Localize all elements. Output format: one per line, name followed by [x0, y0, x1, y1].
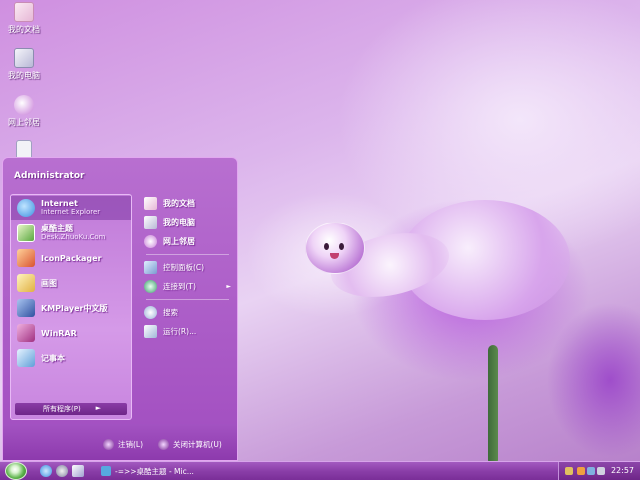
mascot-eye-left — [324, 243, 329, 250]
mascot-mouth — [330, 253, 339, 259]
system-tray: 22:57 — [558, 462, 640, 480]
desktop-icon-network[interactable]: 网上邻居 — [4, 95, 44, 128]
taskbar-window-label: -=>>桌酷主题 - Mic... — [115, 466, 194, 476]
desktop-icon-my-computer[interactable]: 我的电脑 — [4, 48, 44, 81]
start-menu-user: Administrator — [14, 171, 85, 181]
place-connect-to[interactable]: 连接到(T) ► — [140, 277, 235, 296]
computer-icon — [14, 48, 34, 68]
logoff-label: 注销(L) — [118, 440, 144, 449]
clock[interactable]: 22:57 — [611, 466, 634, 475]
start-menu-programs: Internet Internet Explorer 桌酷主题 Desk.Zhu… — [10, 194, 132, 420]
tray-network-icon[interactable] — [587, 467, 595, 475]
start-menu-footer: 注销(L) 关闭计算机(U) — [3, 424, 237, 460]
place-run[interactable]: 运行(R)... — [140, 322, 235, 341]
all-programs-button[interactable]: 所有程序(P) ► — [15, 403, 127, 415]
place-label: 运行(R)... — [163, 327, 197, 336]
place-search[interactable]: 搜索 — [140, 303, 235, 322]
theme-icon — [17, 224, 35, 242]
quicklaunch-desktop-icon[interactable] — [72, 465, 84, 477]
computer-icon — [144, 216, 157, 229]
place-my-documents[interactable]: 我的文档 — [140, 194, 235, 213]
start-button[interactable] — [5, 462, 27, 480]
chevron-right-icon: ► — [95, 404, 101, 412]
program-label: WinRAR — [41, 328, 77, 338]
quicklaunch-ie-icon[interactable] — [40, 465, 52, 477]
place-label: 我的文档 — [163, 199, 195, 208]
program-label: IconPackager — [41, 253, 102, 263]
taskbar-window-button[interactable]: -=>>桌酷主题 - Mic... — [98, 464, 198, 478]
network-icon — [144, 235, 157, 248]
mascot-eye-right — [339, 243, 344, 250]
notepad-icon — [17, 349, 35, 367]
connect-icon — [144, 280, 157, 293]
bubble-mascot — [305, 222, 365, 274]
program-label: 画图 — [41, 278, 57, 288]
menu-separator — [146, 254, 229, 255]
place-label: 控制面板(C) — [163, 263, 205, 272]
power-icon — [158, 439, 169, 450]
place-label: 网上邻居 — [163, 237, 195, 246]
shutdown-button[interactable]: 关闭计算机(U) — [158, 439, 222, 450]
menu-separator — [146, 299, 229, 300]
place-network[interactable]: 网上邻居 — [140, 232, 235, 251]
program-notepad[interactable]: 记事本 — [11, 346, 131, 370]
program-winrar[interactable]: WinRAR — [11, 321, 131, 345]
internet-explorer-icon — [17, 199, 35, 217]
desktop-icon-label: 我的电脑 — [8, 71, 40, 80]
program-label: 记事本 — [41, 353, 65, 363]
kmplayer-icon — [17, 299, 35, 317]
logoff-icon — [103, 439, 114, 450]
shutdown-label: 关闭计算机(U) — [173, 440, 222, 449]
place-label: 连接到(T) — [163, 282, 196, 291]
program-label: 桌酷主题 Desk.ZhuoKu.Com — [41, 224, 106, 241]
start-menu: Administrator Internet Internet Explorer… — [2, 157, 238, 461]
desktop-icon-label: 网上邻居 — [8, 118, 40, 127]
tray-warning-icon[interactable] — [577, 467, 585, 475]
desktop-icon-label: 我的文档 — [8, 25, 40, 34]
place-my-computer[interactable]: 我的电脑 — [140, 213, 235, 232]
flower-stem — [488, 345, 498, 465]
program-zhuoku-theme[interactable]: 桌酷主题 Desk.ZhuoKu.Com — [11, 221, 131, 245]
tray-expand-icon[interactable] — [565, 467, 573, 475]
window-icon — [101, 466, 111, 476]
program-label: KMPlayer中文版 — [41, 303, 108, 313]
tray-volume-icon[interactable] — [597, 467, 605, 475]
iconpackager-icon — [17, 249, 35, 267]
program-paint[interactable]: 画图 — [11, 271, 131, 295]
program-label: Internet Internet Explorer — [41, 199, 101, 216]
paint-icon — [17, 274, 35, 292]
all-programs-label: 所有程序(P) — [43, 405, 81, 413]
place-control-panel[interactable]: 控制面板(C) — [140, 258, 235, 277]
winrar-icon — [17, 324, 35, 342]
folder-icon — [14, 2, 34, 22]
start-menu-places: 我的文档 我的电脑 网上邻居 控制面板(C) 连接到(T) ► 搜索 运行(R)… — [140, 194, 235, 341]
logoff-button[interactable]: 注销(L) — [103, 439, 143, 450]
place-label: 我的电脑 — [163, 218, 195, 227]
run-icon — [144, 325, 157, 338]
chevron-right-icon: ► — [226, 283, 231, 290]
desktop-icon-my-documents[interactable]: 我的文档 — [4, 2, 44, 35]
folder-icon — [144, 197, 157, 210]
control-panel-icon — [144, 261, 157, 274]
quicklaunch-browser-icon[interactable] — [56, 465, 68, 477]
program-kmplayer[interactable]: KMPlayer中文版 — [11, 296, 131, 320]
program-iconpackager[interactable]: IconPackager — [11, 246, 131, 270]
program-internet-explorer[interactable]: Internet Internet Explorer — [11, 196, 131, 220]
place-label: 搜索 — [163, 308, 178, 317]
search-icon — [144, 306, 157, 319]
network-icon — [14, 95, 34, 115]
taskbar: -=>>桌酷主题 - Mic... 22:57 — [0, 461, 640, 480]
